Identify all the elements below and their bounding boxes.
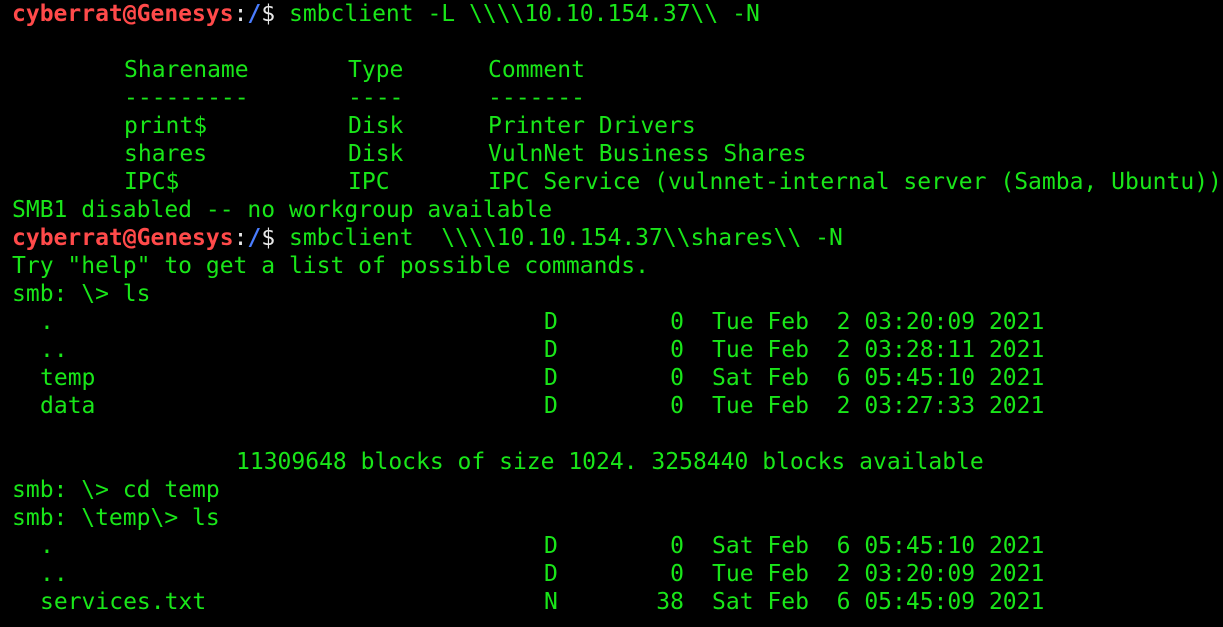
command-text: smbclient -L \\\\10.10.154.37\\ -N xyxy=(275,1,760,27)
entry-name: . xyxy=(40,533,54,559)
prompt-path: / xyxy=(247,1,262,27)
share-comment: Printer Drivers xyxy=(488,113,696,139)
entry-size: 0 xyxy=(670,533,684,559)
entry-name: temp xyxy=(40,365,96,391)
share-comment: VulnNet Business Shares xyxy=(488,141,807,167)
entry-name: . xyxy=(40,309,54,335)
entry-attr: D xyxy=(544,393,558,419)
header-comment: Comment xyxy=(488,57,585,83)
entry-attr: D xyxy=(544,561,558,587)
prompt-colon: : xyxy=(233,1,248,27)
entry-attr: D xyxy=(544,309,558,335)
entry-name: .. xyxy=(40,561,68,587)
entry-size: 0 xyxy=(670,393,684,419)
blocks-info: 11309648 blocks of size 1024. 3258440 bl… xyxy=(236,449,984,475)
share-row: shares Disk VulnNet Business Shares xyxy=(12,140,1223,168)
entry-date: Tue Feb 2 03:28:11 2021 xyxy=(712,337,1045,363)
command-line-connect-share: cyberrat@Genesys:/$ smbclient \\\\10.10.… xyxy=(12,224,1223,252)
smb1-notice: SMB1 disabled -- no workgroup available xyxy=(12,197,553,223)
entry-attr: D xyxy=(544,533,558,559)
prompt-dollar: $ xyxy=(261,1,276,27)
help-hint: Try "help" to get a list of possible com… xyxy=(12,253,649,279)
share-name: print$ xyxy=(124,113,208,139)
prompt-path: / xyxy=(247,225,262,251)
share-type: IPC xyxy=(348,169,390,195)
entry-date: Sat Feb 6 05:45:10 2021 xyxy=(712,533,1045,559)
listing-row: .. D 0 Tue Feb 2 03:28:11 2021 xyxy=(12,336,1223,364)
shares-table-header: Sharename Type Comment xyxy=(12,56,1223,84)
listing-row: temp D 0 Sat Feb 6 05:45:10 2021 xyxy=(12,364,1223,392)
entry-date: Sat Feb 6 05:45:09 2021 xyxy=(712,589,1045,615)
header-type: Type xyxy=(348,57,404,83)
separator-sharename: --------- xyxy=(124,85,249,111)
entry-date: Tue Feb 2 03:20:09 2021 xyxy=(712,309,1045,335)
prompt-dollar: $ xyxy=(261,225,276,251)
entry-date: Tue Feb 2 03:27:33 2021 xyxy=(712,393,1045,419)
share-type: Disk xyxy=(348,113,404,139)
entry-name: .. xyxy=(40,337,68,363)
cursor-line xyxy=(12,616,1223,627)
separator-type: ---- xyxy=(348,85,404,111)
smb-prompt-ls-root: smb: \> ls xyxy=(12,281,151,307)
entry-name: data xyxy=(40,393,96,419)
listing-row: .. D 0 Tue Feb 2 03:20:09 2021 xyxy=(12,560,1223,588)
entry-attr: N xyxy=(544,589,558,615)
entry-size: 0 xyxy=(670,365,684,391)
entry-date: Sat Feb 6 05:45:10 2021 xyxy=(712,365,1045,391)
entry-name: services.txt xyxy=(40,589,207,615)
prompt-user-host: cyberrat@Genesys xyxy=(12,1,234,27)
share-name: shares xyxy=(124,141,208,167)
entry-size: 0 xyxy=(670,309,684,335)
share-row: IPC$ IPC IPC Service (vulnnet-internal ser… xyxy=(12,168,1223,196)
entry-size: 38 xyxy=(656,589,684,615)
entry-size: 0 xyxy=(670,561,684,587)
entry-attr: D xyxy=(544,365,558,391)
share-row: print$ Disk Printer Drivers xyxy=(12,112,1223,140)
command-text: smbclient \\\\10.10.154.37\\shares\\ -N xyxy=(275,225,843,251)
separator-comment: ------- xyxy=(488,85,585,111)
share-name: IPC$ xyxy=(124,169,180,195)
prompt-colon: : xyxy=(233,225,248,251)
listing-row: . D 0 Tue Feb 2 03:20:09 2021 xyxy=(12,308,1223,336)
listing-row: . D 0 Sat Feb 6 05:45:10 2021 xyxy=(12,532,1223,560)
smb-prompt-ls-temp: smb: \temp\> ls xyxy=(12,505,220,531)
entry-date: Tue Feb 2 03:20:09 2021 xyxy=(712,561,1045,587)
entry-attr: D xyxy=(544,337,558,363)
share-type: Disk xyxy=(348,141,404,167)
shares-table-separator: --------- ---- ------- xyxy=(12,84,1223,112)
listing-row: data D 0 Tue Feb 2 03:27:33 2021 xyxy=(12,392,1223,420)
command-line-list-shares: cyberrat@Genesys:/$ smbclient -L \\\\10.… xyxy=(12,0,1223,28)
share-comment: IPC Service (vulnnet-internal server (Sa… xyxy=(488,169,1222,195)
terminal-window[interactable]: cyberrat@Genesys:/$ smbclient -L \\\\10.… xyxy=(0,0,1223,627)
entry-size: 0 xyxy=(670,337,684,363)
smb-prompt-cd-temp: smb: \> cd temp xyxy=(12,477,220,503)
prompt-user-host: cyberrat@Genesys xyxy=(12,225,234,251)
header-sharename: Sharename xyxy=(124,57,249,83)
listing-row: services.txt N 38 Sat Feb 6 05:45:09 2021 xyxy=(12,588,1223,616)
